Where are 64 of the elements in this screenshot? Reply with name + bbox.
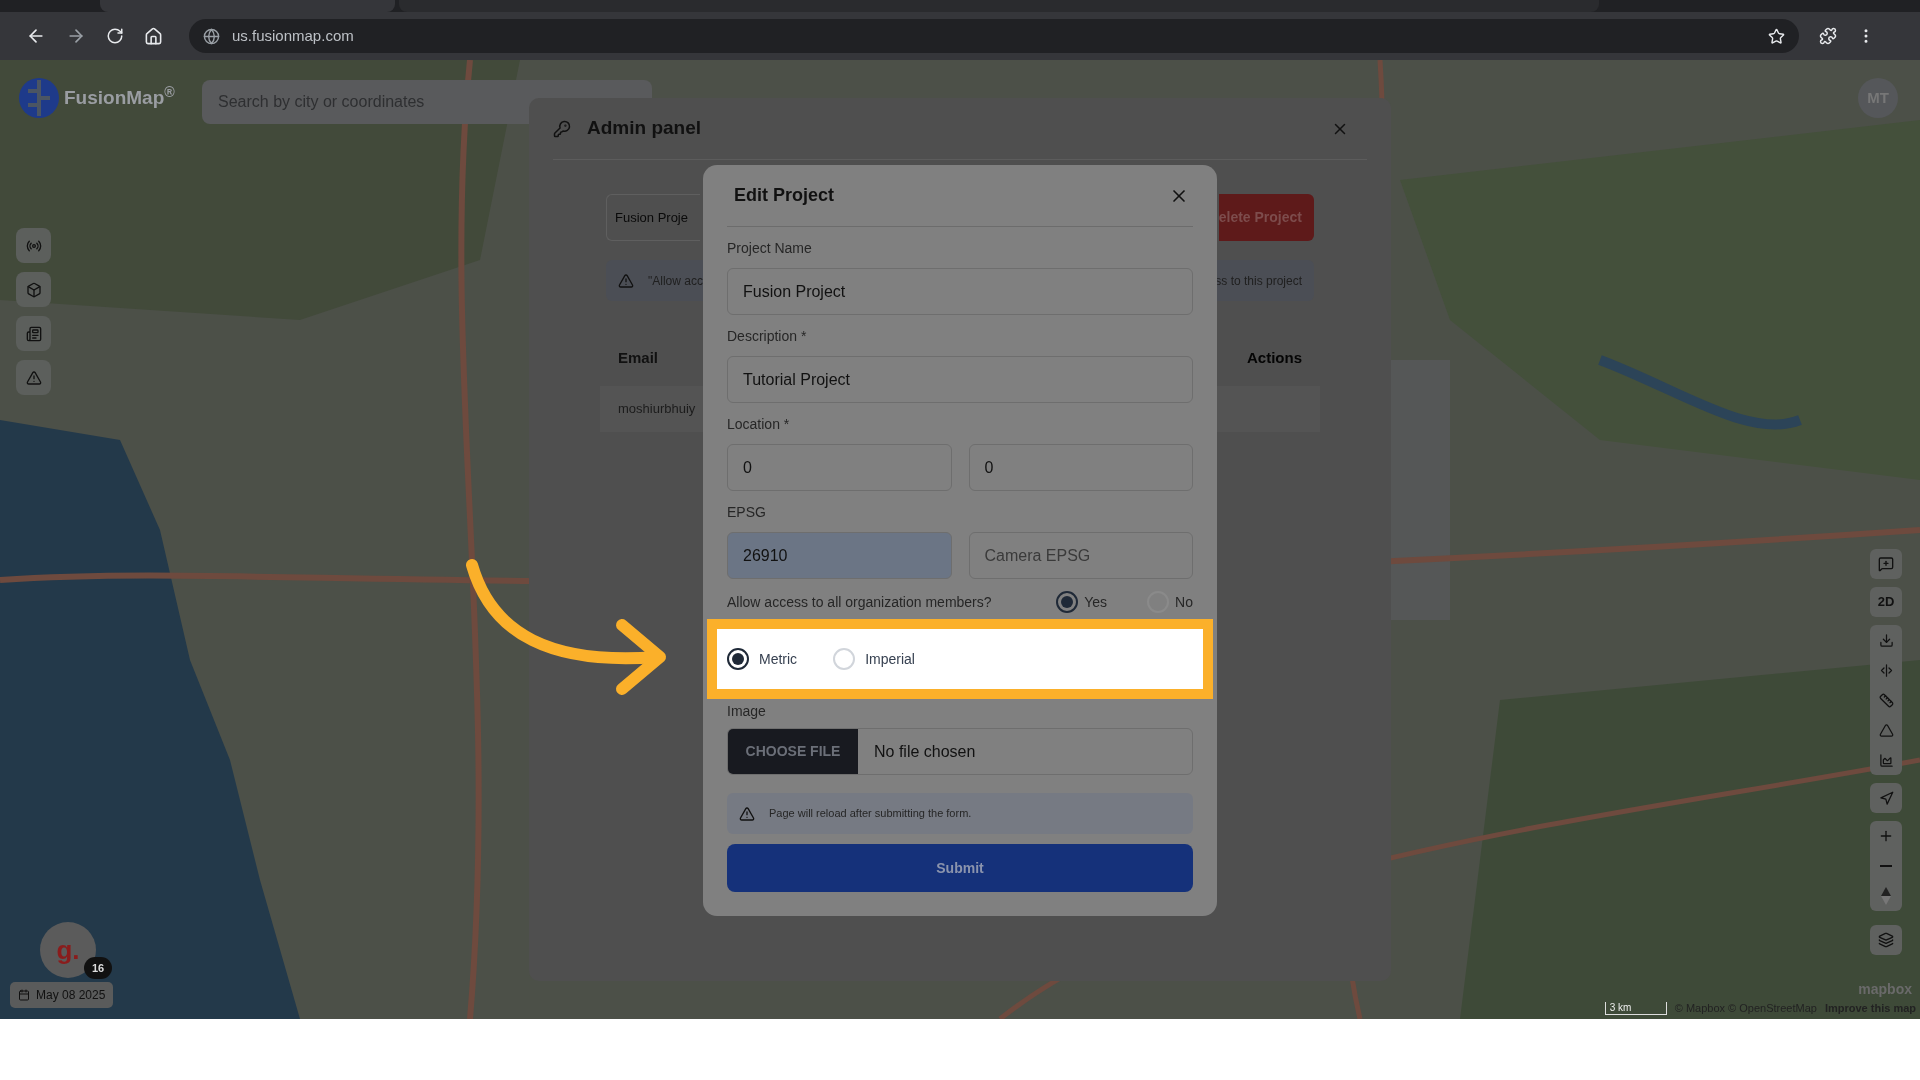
brain-logo-icon	[16, 75, 62, 121]
globe-icon	[203, 27, 220, 45]
tool-button[interactable]	[16, 316, 51, 351]
area-chart-icon	[1878, 752, 1894, 768]
radio-button[interactable]	[1056, 591, 1079, 613]
input-field[interactable]: 0	[727, 444, 952, 491]
column-header: Actions	[1247, 348, 1302, 368]
warning-icon	[618, 272, 634, 289]
layers-icon	[1878, 932, 1894, 948]
banner-text: Page will reload after submitting the form.	[769, 806, 972, 822]
app-logo: FusionMap$^{®}$	[64, 83, 175, 110]
field-label: Description *	[727, 327, 808, 346]
date-chip[interactable]: May 08 2025	[10, 982, 114, 1008]
warning-icon	[25, 369, 42, 386]
radio-label: Yes	[1084, 592, 1108, 612]
scale-bar: 3 km	[1604, 1001, 1667, 1015]
address-bar[interactable]: us.fusionmap.com	[189, 19, 1799, 53]
map-mode-button[interactable]: 2D	[1870, 587, 1902, 617]
calendar-icon	[18, 989, 30, 1001]
tool-button[interactable]	[16, 272, 51, 307]
download-icon	[1878, 632, 1894, 648]
key-icon	[553, 119, 571, 138]
navigation-arrow-icon	[1878, 790, 1894, 806]
compass-icon	[1881, 887, 1891, 905]
comment-plus-icon	[1878, 556, 1894, 572]
dialog-title: Edit Project	[734, 184, 835, 207]
radio-label: Imperial	[865, 649, 915, 669]
extensions-icon[interactable]	[1819, 27, 1837, 45]
choose-file-button[interactable]: CHOOSE FILE	[728, 729, 858, 774]
table-cell-text: moshiurbhuiy	[618, 399, 696, 418]
field-label: Image	[727, 702, 767, 721]
home-icon[interactable]	[144, 26, 163, 46]
input-field[interactable]: 0	[968, 444, 1193, 491]
input-field[interactable]: Tutorial Project	[727, 356, 1193, 403]
field-label: EPSG	[727, 503, 767, 522]
column-header: Email	[618, 348, 659, 368]
submit-button[interactable]: Submit	[727, 844, 1193, 892]
layers-button[interactable]	[1870, 925, 1902, 955]
bookmark-icon[interactable]	[1768, 27, 1785, 45]
field-label: Location *	[727, 415, 791, 434]
file-status: No file chosen	[873, 741, 976, 762]
triangle-icon	[1878, 722, 1894, 738]
ruler-icon	[1878, 692, 1894, 708]
input-field[interactable]: Fusion Project	[727, 268, 1193, 315]
locate-button[interactable]	[1870, 783, 1902, 813]
radio-label: No	[1175, 592, 1193, 612]
file-field[interactable]: CHOOSE FILE No file chosen	[727, 728, 1193, 775]
warning-icon	[739, 805, 755, 822]
cube-icon	[25, 281, 42, 298]
plus-icon	[1878, 828, 1894, 844]
minus-icon	[1880, 865, 1892, 867]
tool-button[interactable]	[16, 360, 51, 395]
reload-icon[interactable]	[106, 27, 124, 45]
radio-label: Metric	[759, 649, 798, 669]
input-field[interactable]: Camera EPSG	[968, 532, 1193, 579]
field-label: Project Name	[727, 239, 813, 258]
document-icon	[25, 325, 42, 342]
project-select[interactable]: Fusion Proje	[606, 194, 700, 241]
radio-button[interactable]	[727, 648, 749, 670]
tool-button[interactable]	[16, 228, 51, 263]
split-icon	[1878, 662, 1894, 678]
ai-chat-button[interactable]	[1870, 549, 1902, 579]
field-label: Allow access to all organization members?	[727, 592, 993, 612]
input-field[interactable]: 26910	[727, 532, 952, 579]
